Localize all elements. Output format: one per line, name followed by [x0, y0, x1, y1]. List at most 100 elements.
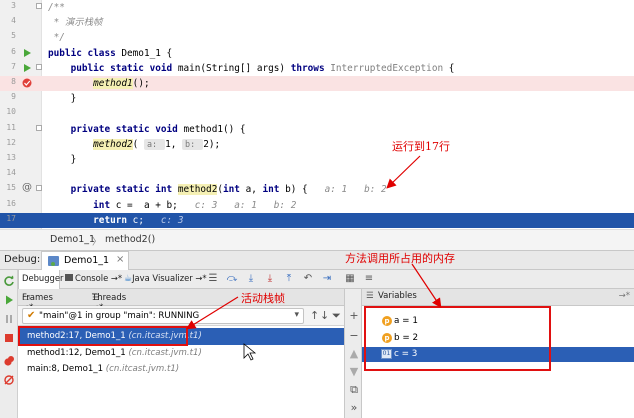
code-token: /** [48, 2, 65, 13]
chevron-down-icon: ▾ [294, 310, 299, 320]
mute-breakpoints-icon[interactable] [3, 374, 15, 386]
code-token: } [48, 93, 77, 105]
resume-icon[interactable] [3, 294, 15, 306]
code-token: c: 3 a: 1 b: 2 [194, 199, 297, 211]
close-icon[interactable]: × [116, 254, 124, 265]
code-line[interactable]: 8 method1(); [0, 76, 634, 92]
view-breakpoints-icon[interactable] [3, 355, 15, 367]
code-token: b: [182, 138, 204, 150]
line-number: 13 [6, 153, 16, 162]
run-to-cursor-icon[interactable]: ⇥ [320, 272, 334, 286]
code-token: main(String[] args) [177, 62, 291, 74]
panel-options-icon[interactable]: →* [619, 291, 630, 301]
expand-more-icon[interactable]: » [348, 401, 360, 414]
frame-row[interactable]: method1:12, Demo1_1 (cn.itcast.jvm.t1) [18, 345, 344, 362]
debug-left-toolbar [0, 270, 18, 418]
code-line[interactable]: 12 method2( a: 1, b: 2); [0, 137, 634, 152]
code-line[interactable]: 17 return c; c: 3 [0, 212, 634, 228]
force-step-into-icon[interactable]: ⤓ [263, 272, 277, 286]
code-token: ( [132, 138, 144, 150]
code-line[interactable]: 3 /** [0, 0, 634, 15]
evaluate-expression-icon[interactable]: ▦ [343, 272, 357, 286]
code-line[interactable]: 5 */ [0, 30, 634, 45]
debug-session-tab[interactable]: Demo1_1 × [41, 251, 129, 270]
rerun-icon[interactable] [3, 275, 15, 287]
trace-icon[interactable]: ≡ [362, 272, 376, 286]
annotation-gutter-icon[interactable]: @ [22, 182, 34, 194]
thread-selector-dropdown[interactable]: ✔ "main"@1 in group "main": RUNNING ▾ [22, 308, 304, 324]
copy-icon[interactable]: ⧉ [348, 383, 360, 397]
annotation-active-frame: 活动栈帧 [241, 292, 285, 305]
line-number: 14 [6, 168, 16, 178]
code-line[interactable]: 16 int c = a + b; c: 3 a: 1 b: 2 [0, 198, 634, 213]
arrow-up-icon[interactable]: ↑ [310, 309, 319, 322]
step-out-icon[interactable]: ⤒ [282, 272, 296, 286]
breadcrumb: Demo1_1 〉 method2() [0, 229, 634, 251]
tab-console[interactable]: Console →* [62, 270, 122, 289]
run-gutter-icon[interactable] [21, 62, 33, 74]
annotation-method-memory: 方法调用所占用的内存 [345, 252, 455, 265]
fold-icon[interactable] [36, 3, 42, 9]
code-line[interactable]: 11 private static void method1() { [0, 122, 634, 137]
code-token: method2 [93, 138, 133, 150]
breakpoint-icon[interactable] [21, 77, 33, 89]
code-line[interactable]: 7 public static void main(String[] args)… [0, 61, 634, 76]
code-token: a, [245, 184, 263, 196]
pause-icon[interactable] [3, 313, 15, 325]
code-token: int [262, 184, 286, 196]
arrow-down-icon[interactable]: ↓ [320, 309, 329, 322]
fold-icon[interactable] [36, 63, 42, 70]
show-execution-point-icon[interactable]: ☰ [206, 272, 220, 286]
code-token: Demo1_1 { [121, 47, 173, 59]
code-line[interactable]: 6 public class Demo1_1 { [0, 46, 634, 61]
remove-watch-icon[interactable]: − [348, 329, 360, 342]
breadcrumb-separator: 〉 [92, 237, 102, 248]
line-number: 4 [11, 16, 16, 26]
debug-label: Debug: [4, 254, 41, 265]
filter-icon[interactable]: ⏷ [332, 309, 341, 323]
step-into-icon[interactable]: ⤓ [244, 272, 258, 286]
code-line[interactable]: 4 * 演示栈帧 [0, 15, 634, 30]
code-token: { [443, 62, 455, 74]
code-token: int [93, 199, 116, 211]
tab-java-visualizer[interactable]: ☕Java Visualizer →* [121, 270, 209, 289]
code-line[interactable]: 15 private static int method2(int a, int… [0, 182, 634, 197]
stop-icon[interactable] [3, 332, 15, 344]
frame-row[interactable]: main:8, Demo1_1 (cn.itcast.jvm.t1) [18, 361, 344, 378]
variables-tab[interactable]: Variables [378, 291, 417, 301]
line-number: 7 [11, 61, 16, 71]
breadcrumb-method[interactable]: method2() [105, 234, 155, 245]
code-token: public class [48, 47, 122, 59]
code-token: return [93, 214, 133, 226]
move-down-icon[interactable]: ▼ [348, 365, 360, 378]
code-line[interactable]: 10 [0, 106, 634, 121]
code-token: } [48, 154, 77, 165]
frame-method: method1:12, Demo1_1 [27, 347, 129, 358]
code-line[interactable]: 14 [0, 167, 634, 182]
code-token: private static void [48, 123, 184, 135]
add-watch-icon[interactable]: + [348, 309, 360, 322]
code-token: * 演示栈帧 [48, 17, 103, 29]
fold-icon[interactable] [36, 185, 42, 192]
tab-debugger[interactable]: Debugger [18, 270, 63, 289]
fold-icon[interactable] [36, 124, 42, 131]
code-line[interactable]: 13 } [0, 152, 634, 167]
code-token: method2 [177, 184, 218, 196]
code-text: } [48, 152, 77, 167]
run-gutter-icon[interactable] [21, 47, 33, 59]
step-over-icon[interactable]: ⤼ [225, 272, 239, 286]
breadcrumb-class[interactable]: Demo1_1 [50, 234, 95, 245]
code-token: method1() { [183, 123, 246, 135]
code-token: (); [132, 78, 150, 89]
code-text: /** [48, 0, 65, 15]
line-number: 9 [11, 92, 16, 102]
code-editor[interactable]: 3/** 4 * 演示栈帧 5 */6 public class Demo1_1 {7… [0, 0, 634, 268]
code-line[interactable]: 9 } [0, 91, 634, 106]
tab-java-visualizer-label: Java Visualizer →* [132, 273, 207, 283]
code-token: b) { [285, 184, 325, 196]
code-text: int c = a + b; c: 3 a: 1 b: 2 [48, 198, 296, 213]
move-up-icon[interactable]: ▲ [348, 347, 360, 360]
drop-frame-icon[interactable]: ↶ [301, 272, 315, 286]
